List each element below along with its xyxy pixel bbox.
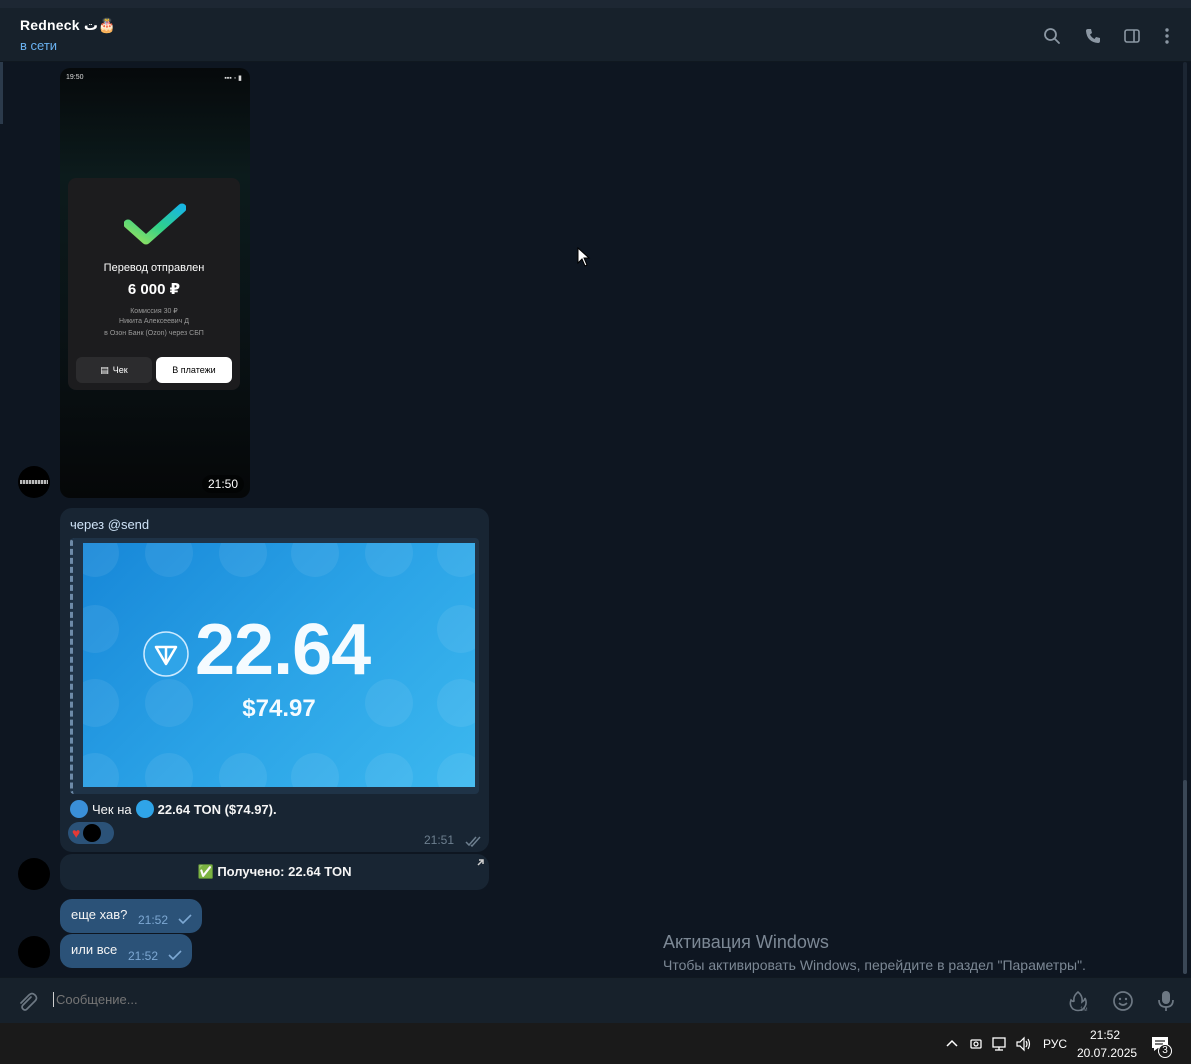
outgoing-message[interactable]: еще хав? 21:52 (60, 899, 202, 933)
transfer-amount: 6 000 ₽ (127, 281, 181, 298)
windows-activation-subtitle: Чтобы активировать Windows, перейдите в … (663, 957, 1086, 973)
open-link-icon (477, 859, 484, 866)
network-icon[interactable] (991, 1036, 1009, 1052)
notification-count: 3 (1158, 1044, 1172, 1058)
ton-check-image: 22.64 $74.97 (83, 543, 475, 787)
message-time: 21:52 (128, 949, 159, 963)
message-time: 21:51 (424, 833, 455, 847)
microphone-icon[interactable] (1156, 990, 1176, 1012)
avatar[interactable] (18, 936, 50, 968)
emoji-icon[interactable] (1112, 990, 1134, 1012)
reaction-badge[interactable]: ♥ (68, 822, 114, 844)
outgoing-message[interactable]: или все 21:52 (60, 934, 192, 968)
transfer-commission: Комиссия 30 ₽ (130, 308, 178, 315)
transfer-title: Перевод отправлен (103, 262, 205, 274)
window-title-strip (0, 0, 1191, 8)
message-time: 21:52 (138, 913, 169, 927)
check-icon (178, 914, 192, 925)
avatar[interactable] (18, 858, 50, 890)
photo-message[interactable]: 19:50 ▪▪▪ ◦ ▮ Перевод отправлен 6 000 ₽ … (60, 68, 250, 498)
webcam-tray-icon[interactable] (968, 1036, 984, 1052)
check-description: Чек на 22.64 TON ($74.97). (70, 800, 277, 818)
check-icon (168, 950, 182, 961)
sidebar-toggle-icon[interactable] (1122, 26, 1142, 46)
avatar[interactable] (18, 466, 50, 498)
transfer-card: Перевод отправлен 6 000 ₽ Комиссия 30 ₽ … (68, 178, 240, 390)
search-icon[interactable] (1042, 26, 1062, 46)
phone-icon[interactable] (1083, 26, 1103, 46)
photo-time: 21:50 (201, 475, 244, 493)
mouse-cursor-icon (577, 247, 591, 267)
received-inline-button[interactable]: ✅ Получено: 22.64 TON (60, 854, 489, 890)
message-composer: 1м (0, 977, 1191, 1023)
message-input[interactable] (53, 992, 953, 1007)
chat-status: в сети (20, 38, 58, 53)
heart-reaction-icon: ♥ (72, 825, 81, 841)
transfer-recipient: Никита Алексеевич Д (119, 318, 189, 325)
volume-icon[interactable] (1015, 1036, 1033, 1052)
clock-time[interactable]: 21:52 (1090, 1028, 1120, 1042)
phone-status-time: 19:50 (66, 74, 84, 81)
via-bot-label[interactable]: через @send (70, 517, 149, 532)
svg-text:1м: 1м (1080, 1007, 1087, 1012)
windows-activation-title: Активация Windows (663, 932, 829, 952)
payments-button: В платежи (156, 357, 232, 383)
more-menu-icon[interactable] (1157, 26, 1177, 46)
double-check-icon (465, 836, 481, 847)
chevron-up-icon[interactable] (945, 1037, 959, 1049)
attach-icon[interactable] (16, 991, 38, 1013)
ton-small-icon (135, 800, 154, 818)
checkmark-icon (124, 203, 186, 245)
message-text: или все (71, 942, 118, 957)
reactor-avatar (83, 824, 102, 842)
usd-amount-text: $74.97 (242, 695, 316, 722)
check-amount: 22.64 TON ($74.97). (157, 801, 277, 817)
left-accent (0, 62, 3, 124)
windows-taskbar: РУС 21:52 20.07.2025 3 (0, 1023, 1191, 1064)
chat-name[interactable]: Redneck ت🎂 (20, 17, 115, 34)
bot-emoji-icon (70, 800, 88, 818)
received-label: ✅ Получено: 22.64 TON (197, 864, 352, 879)
receipt-button: ▤ Чек (76, 357, 152, 383)
message-text: еще хав? (71, 907, 128, 922)
language-indicator[interactable]: РУС (1043, 1037, 1067, 1051)
ton-logo-icon (143, 631, 189, 677)
timer-icon[interactable]: 1м (1067, 990, 1089, 1012)
link-preview[interactable]: 22.64 $74.97 (70, 538, 479, 794)
clock-date[interactable]: 20.07.2025 (1077, 1046, 1137, 1060)
ton-amount-text: 22.64 (195, 610, 371, 690)
chat-header: Redneck ت🎂 в сети (0, 8, 1191, 62)
check-prefix: Чек на (92, 801, 132, 817)
scrollbar-thumb[interactable] (1183, 780, 1187, 974)
transfer-bank: в Озон Банк (Ozon) через СБП (104, 330, 204, 337)
check-message[interactable]: через @send 22.64 $74.97 Чек на 22.64 TO… (60, 508, 489, 852)
phone-status-icons: ▪▪▪ ◦ ▮ (224, 75, 242, 82)
